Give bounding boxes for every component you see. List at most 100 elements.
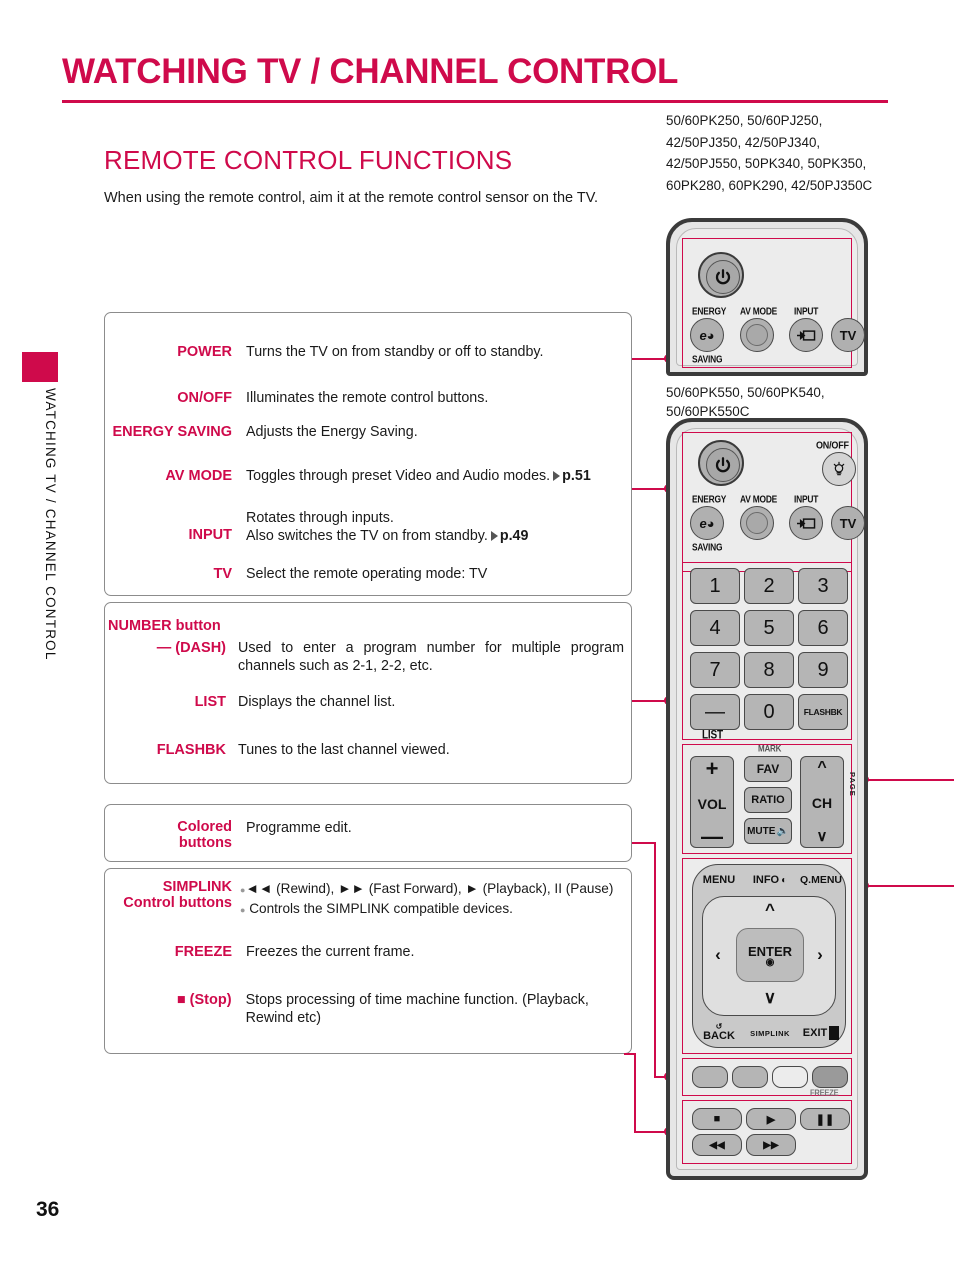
desc-row-number-button: NUMBER button [108, 618, 221, 635]
rewind-button[interactable]: ◀◀ [692, 1134, 742, 1156]
colored-button-blue[interactable] [812, 1066, 848, 1088]
menu-label: MENU [702, 874, 736, 886]
tv-button-label: TV [839, 327, 857, 343]
connector-line-colored-h1 [632, 842, 656, 844]
manual-page: WATCHING TV / CHANNEL CONTROL REMOTE CON… [0, 0, 954, 1272]
av-mode-button[interactable] [740, 506, 774, 540]
menu-button[interactable]: MENU [694, 866, 744, 894]
page-ref: p.49 [499, 527, 529, 544]
number-key-3[interactable]: 3 [798, 568, 848, 604]
mark-caption: MARK [758, 743, 782, 754]
simplink-button[interactable]: SIMPLINK [746, 1020, 794, 1046]
flashbk-key[interactable]: FLASHBK [798, 694, 848, 730]
number-key-0[interactable]: 0 [744, 694, 794, 730]
energy-caption-top: ENERGY [692, 305, 727, 317]
back-button[interactable]: ↺ BACK [694, 1018, 744, 1046]
av-mode-dial-icon [746, 324, 768, 346]
mute-label: MUTE [747, 825, 776, 837]
number-key-1[interactable]: 1 [690, 568, 740, 604]
saving-caption: SAVING [692, 541, 723, 553]
fav-label: FAV [756, 762, 780, 776]
power-button[interactable] [698, 440, 744, 486]
number-key-4[interactable]: 4 [690, 610, 740, 646]
nav-up-button[interactable]: ^ [750, 900, 790, 920]
tv-button[interactable]: TV [831, 506, 865, 540]
play-button[interactable]: ▶ [746, 1108, 796, 1130]
colored-button-red[interactable] [692, 1066, 728, 1088]
desc-label: — (DASH) [156, 640, 226, 656]
av-mode-dial-icon [746, 512, 768, 534]
desc-row-power: POWER Turns the TV on from standby or of… [124, 344, 624, 362]
section-title: REMOTE CONTROL FUNCTIONS [104, 145, 513, 175]
desc-row-list: LIST Displays the channel list. [108, 694, 624, 712]
colored-button-yellow[interactable] [772, 1066, 808, 1088]
number-key-2[interactable]: 2 [744, 568, 794, 604]
desc-label: ENERGY SAVING [112, 424, 232, 440]
key-label: 4 [709, 616, 721, 639]
input-button-top[interactable] [789, 318, 823, 352]
desc-text: Freezes the current frame. [246, 944, 415, 960]
desc-label: ON/OFF [177, 390, 232, 406]
onoff-caption: ON/OFF [816, 439, 849, 451]
energy-saving-button-top[interactable]: e◕ [690, 318, 724, 352]
info-button[interactable]: INFO ◐ [746, 866, 794, 894]
desc-text-main: Toggles through preset Video and Audio m… [246, 468, 551, 484]
vol-plus-icon: + [705, 756, 719, 781]
exit-label: EXIT [802, 1027, 828, 1039]
key-label: 6 [817, 616, 829, 639]
key-label: 0 [763, 700, 775, 723]
desc-row-dash: — (DASH) Used to enter a program number … [108, 640, 624, 675]
input-button[interactable] [789, 506, 823, 540]
nav-down-button[interactable]: ∨ [750, 988, 790, 1008]
qmenu-button[interactable]: Q.MENU [796, 866, 846, 894]
page-caption: PAGE [848, 772, 857, 797]
tv-button-label: TV [839, 515, 857, 531]
fast-forward-button[interactable]: ▶▶ [746, 1134, 796, 1156]
desc-bullet-1: ●◄◄ (Rewind), ►► (Fast Forward), ► (Play… [240, 881, 614, 896]
nav-right-button[interactable]: › [808, 940, 832, 970]
stop-button[interactable]: ■ [692, 1108, 742, 1130]
back-arrow-icon: ↺ [715, 1021, 723, 1031]
colored-button-green[interactable] [732, 1066, 768, 1088]
eco-leaf-icon: e◕ [699, 327, 715, 343]
number-key-9[interactable]: 9 [798, 652, 848, 688]
desc-label: INPUT [188, 527, 233, 543]
tv-button-top[interactable]: TV [831, 318, 865, 352]
section-intro-text: When using the remote control, aim it at… [104, 190, 599, 206]
ch-rocker[interactable]: ^ CH ∨ [800, 756, 844, 848]
desc-text: Stops processing of time machine functio… [245, 992, 589, 1026]
desc-text: Tunes to the last channel viewed. [238, 742, 450, 758]
ratio-button[interactable]: RATIO [744, 787, 792, 813]
remote-illustration-main: ON/OFF ENERGY AV MODE INPUT e◕ SAVING TV [666, 418, 868, 1180]
fav-button[interactable]: FAV [744, 756, 792, 782]
enter-button[interactable]: ENTER ◉ [736, 928, 804, 982]
energy-saving-button[interactable]: e◕ [690, 506, 724, 540]
desc-row-input: INPUT Rotates through inputs. Also switc… [124, 510, 634, 545]
vol-rocker[interactable]: + VOL — [690, 756, 734, 848]
power-button-top[interactable] [698, 252, 744, 298]
desc-row-simplink: SIMPLINK Control buttons ●◄◄ (Rewind), ►►… [104, 879, 632, 919]
input-caption: INPUT [794, 493, 819, 505]
dash-key[interactable]: — [690, 694, 740, 730]
enter-dot-icon: ◉ [765, 956, 775, 968]
exit-button[interactable]: EXIT [796, 1020, 846, 1046]
number-key-6[interactable]: 6 [798, 610, 848, 646]
desc-label: Colored buttons [177, 819, 232, 851]
mute-button[interactable]: MUTE 🔈 [744, 818, 792, 844]
number-key-5[interactable]: 5 [744, 610, 794, 646]
onoff-light-button[interactable] [822, 452, 856, 486]
input-caption-top: INPUT [794, 305, 819, 317]
desc-text: Used to enter a program number for multi… [238, 640, 624, 674]
pause-button[interactable]: ❚❚ [800, 1108, 850, 1130]
nav-left-button[interactable]: ‹ [706, 940, 730, 970]
mute-speaker-icon: 🔈 [776, 825, 789, 837]
number-key-7[interactable]: 7 [690, 652, 740, 688]
back-label: BACK [703, 1029, 735, 1042]
av-mode-button-top[interactable] [740, 318, 774, 352]
chevron-up-icon: ^ [765, 900, 775, 919]
desc-label: TV [213, 566, 232, 582]
desc-text-line2: Also switches the TV on from standby. p.4… [246, 527, 529, 544]
ch-down-icon: ∨ [816, 828, 828, 845]
info-label: INFO [752, 874, 780, 886]
number-key-8[interactable]: 8 [744, 652, 794, 688]
